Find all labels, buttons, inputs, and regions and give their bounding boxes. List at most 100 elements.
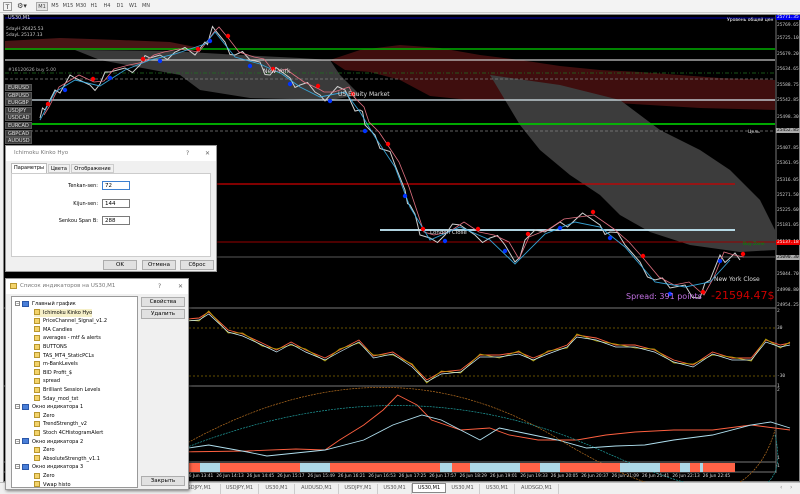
- sub1-axis-label: -30: [777, 374, 786, 379]
- spread-label: Spread: 391 points: [626, 292, 702, 301]
- vwap-histogram-bar: [440, 463, 452, 472]
- tree-group[interactable]: − Окно индикатора 1: [15, 403, 83, 411]
- indicator-item[interactable]: AbsoluteStrength_v1.1: [34, 455, 100, 463]
- price-axis-label: 25407.85: [777, 146, 799, 151]
- indicator-label: 5day_mod_txt: [43, 395, 79, 402]
- indicator-item[interactable]: Zero: [34, 446, 55, 454]
- time-axis-label: 26 Jun 15:49: [307, 474, 335, 479]
- help-icon[interactable]: ?: [186, 146, 189, 161]
- tenkan-input[interactable]: 72: [102, 181, 130, 190]
- price-axis-label: 25769.65: [777, 23, 799, 28]
- help-icon[interactable]: ?: [158, 279, 161, 294]
- kijun-label: Kijun-sen:: [73, 201, 98, 207]
- time-axis-label: 26 Jun 17:25: [398, 474, 427, 479]
- indicator-item[interactable]: BID Profit_$: [34, 369, 72, 377]
- tree-group[interactable]: − Окно индикатора 2: [15, 438, 83, 446]
- indicator-item[interactable]: Vwap histo: [34, 481, 71, 488]
- signal-dot-blue: [402, 193, 408, 199]
- tab-parameters[interactable]: Параметры: [11, 163, 47, 173]
- tabs-scroll-left-icon[interactable]: ‹: [780, 484, 782, 491]
- indicator-item[interactable]: Zero: [34, 412, 55, 420]
- vwap-histogram-bar: [680, 463, 690, 472]
- tab-colors[interactable]: Цвета: [48, 164, 70, 173]
- indicator-item[interactable]: Stoch 4CHistogramAlert: [34, 429, 103, 437]
- sub3-axis-label: 1: [777, 464, 780, 469]
- price-axis-label: 25679.20: [777, 52, 799, 57]
- symbol-button-eurcad[interactable]: EURCAD: [5, 122, 32, 129]
- time-axis-label: 26 Jun 17:57: [429, 474, 457, 479]
- price-axis-label: 25090.30: [776, 255, 800, 260]
- tabs-scroll-right-icon[interactable]: ›: [790, 484, 792, 491]
- indicator-label: Brilliant Session Levels: [43, 387, 101, 393]
- indicator-label: Vwap histo: [43, 481, 71, 488]
- dialog-title-bar: Ichimoku Kinko Hyo ? ✕: [6, 146, 216, 161]
- indicator-icon: [34, 309, 40, 316]
- senkou-input[interactable]: 288: [102, 216, 130, 225]
- indicator-item[interactable]: m-BankLevels: [34, 360, 78, 368]
- collapse-icon[interactable]: −: [15, 301, 20, 306]
- time-axis-label: 26 Jun 18:29: [459, 474, 487, 479]
- indicator-item[interactable]: spread: [34, 377, 60, 385]
- indicator-label: spread: [43, 378, 61, 385]
- parameters-panel: Tenkan-sen: 72 Kijun-sen: 144 Senkou Spa…: [11, 173, 211, 257]
- collapse-icon[interactable]: −: [15, 438, 20, 444]
- symbol-button-eurgbp[interactable]: EURGBP: [5, 99, 32, 107]
- signal-dot-red: [195, 46, 201, 52]
- tree-group[interactable]: − Главный график: [15, 300, 76, 308]
- indicator-icon: [34, 412, 40, 419]
- close-icon[interactable]: ✕: [205, 146, 210, 161]
- signal-dot-blue: [717, 258, 723, 264]
- tree-group[interactable]: − Окно индикатора 3: [15, 463, 83, 471]
- indicator-item[interactable]: Zero: [34, 472, 55, 480]
- indicator-icon: [34, 334, 40, 341]
- reset-button[interactable]: Сброс: [180, 260, 214, 270]
- indicator-item[interactable]: TAS_MT4_StaticPCLs: [34, 352, 94, 360]
- close-icon[interactable]: ✕: [178, 279, 183, 294]
- symbol-button-gbpusd[interactable]: GBPUSD: [5, 91, 32, 99]
- time-axis-label: 26 Jun 19:33: [520, 474, 548, 479]
- dialog-title: Ichimoku Kinko Hyo: [14, 150, 69, 156]
- indicator-item[interactable]: averages - mtf & alerts: [34, 334, 101, 342]
- indicator-label: BID Profit_$: [43, 369, 73, 376]
- collapse-icon[interactable]: −: [15, 404, 20, 410]
- indicator-item[interactable]: Brilliant Session Levels: [34, 386, 100, 394]
- indicator-item[interactable]: BUTTONS: [34, 343, 67, 351]
- vwap-histogram-bar: [220, 463, 300, 472]
- time-axis-label: 26 Jun 22:45: [702, 474, 731, 479]
- indicator-item[interactable]: TrendStrength_v2: [34, 420, 87, 428]
- time-axis-label: 26 Jun 15:17: [277, 474, 305, 479]
- indicator-item[interactable]: MA Candles: [34, 326, 72, 334]
- vwap-histogram-bar: [520, 463, 540, 472]
- symbol-button-eurusd[interactable]: EURUSD: [5, 84, 32, 91]
- collapse-icon[interactable]: −: [15, 464, 20, 470]
- signal-dot-red: [385, 141, 391, 147]
- delete-button[interactable]: Удалить: [141, 309, 185, 319]
- symbol-button-usdcad[interactable]: USDCAD: [5, 114, 32, 122]
- signal-dot-blue: [502, 248, 508, 254]
- indicator-label: MA Candles: [43, 326, 73, 333]
- indicator-icon: [34, 455, 40, 462]
- price-axis-label: 25361.95: [777, 161, 799, 166]
- cancel-button[interactable]: Отмена: [142, 260, 176, 270]
- indicator-item[interactable]: Ichimoku Kinko Hyo: [34, 308, 93, 317]
- chart-tab[interactable]: US30,M1: [412, 483, 446, 493]
- signal-dot-red: [475, 226, 481, 232]
- indicator-tree[interactable]: − Главный график Ichimoku Kinko Hyo PriceCh…: [11, 296, 138, 488]
- properties-button[interactable]: Свойства: [141, 297, 185, 307]
- indicator-item[interactable]: PriceChannel_Signal_v1.2: [34, 317, 107, 325]
- tenkan-label: Tenkan-sen:: [68, 183, 98, 189]
- symbol-button-audusd[interactable]: AUDUSD: [5, 137, 32, 145]
- group-label: Окно индикатора 1: [32, 404, 84, 411]
- close-button[interactable]: Закрыть: [141, 476, 185, 486]
- signal-dot-blue: [557, 225, 563, 231]
- indicator-item[interactable]: 5day_mod_txt: [34, 395, 78, 403]
- symbol-button-usdjpy[interactable]: USDJPY: [5, 106, 32, 114]
- indicator-label: averages - mtf & alerts: [43, 335, 101, 342]
- indicator-label: Zero: [43, 447, 55, 454]
- dialog-title: Список индикаторов на US30,M1: [20, 283, 116, 289]
- kijun-input[interactable]: 144: [102, 199, 130, 208]
- ok-button[interactable]: OK: [103, 260, 137, 270]
- tab-display[interactable]: Отображение: [71, 164, 114, 173]
- indicator-label: Zero: [43, 473, 55, 479]
- symbol-button-gbpcad[interactable]: GBPCAD: [5, 129, 32, 137]
